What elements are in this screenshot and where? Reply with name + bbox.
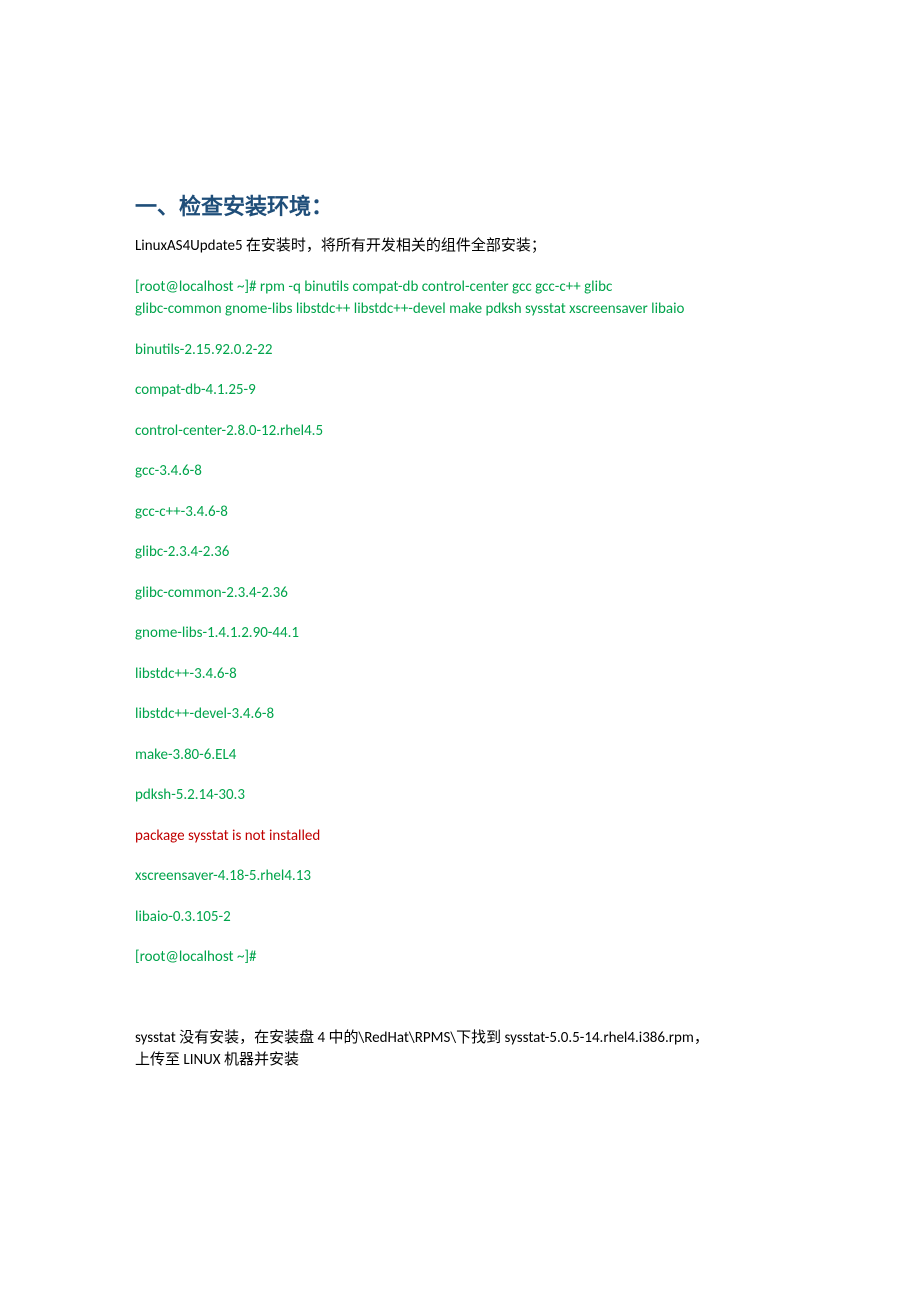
pkg-make: make-3.80-6.EL4 <box>135 744 790 767</box>
pkg-libstdcpp-devel: libstdc++-devel-3.4.6-8 <box>135 703 790 726</box>
document-page: 一、检查安装环境： LinuxAS4Update5 在安装时，将所有开发相关的组… <box>0 0 920 1302</box>
rpm-command-line-1: [root@localhost ~]# rpm -q binutils comp… <box>135 278 612 296</box>
shell-prompt: [root@localhost ~]# <box>135 946 790 969</box>
pkg-pdksh: pdksh-5.2.14-30.3 <box>135 784 790 807</box>
pkg-glibc: glibc-2.3.4-2.36 <box>135 541 790 564</box>
pkg-compat-db: compat-db-4.1.25-9 <box>135 379 790 402</box>
pkg-libstdcpp: libstdc++-3.4.6-8 <box>135 663 790 686</box>
pkg-gcc: gcc-3.4.6-8 <box>135 460 790 483</box>
pkg-glibc-common: glibc-common-2.3.4-2.36 <box>135 582 790 605</box>
pkg-sysstat-missing: package sysstat is not installed <box>135 825 790 848</box>
note-line-2: 上传至 LINUX 机器并安装 <box>135 1051 299 1069</box>
pkg-binutils: binutils-2.15.92.0.2-22 <box>135 339 790 362</box>
note-line-1: sysstat 没有安装，在安装盘 4 中的\RedHat\RPMS\下找到 s… <box>135 1029 709 1047</box>
pkg-libaio: libaio-0.3.105-2 <box>135 906 790 929</box>
rpm-command-line-2: glibc-common gnome-libs libstdc++ libstd… <box>135 300 684 318</box>
rpm-command-block: [root@localhost ~]# rpm -q binutils comp… <box>135 276 790 321</box>
pkg-gcc-cpp: gcc-c++-3.4.6-8 <box>135 501 790 524</box>
pkg-control-center: control-center-2.8.0-12.rhel4.5 <box>135 420 790 443</box>
vertical-spacer <box>135 987 790 1027</box>
pkg-gnome-libs: gnome-libs-1.4.1.2.90-44.1 <box>135 622 790 645</box>
sysstat-note: sysstat 没有安装，在安装盘 4 中的\RedHat\RPMS\下找到 s… <box>135 1027 790 1072</box>
section-heading: 一、检查安装环境： <box>135 190 790 223</box>
intro-text: LinuxAS4Update5 在安装时，将所有开发相关的组件全部安装； <box>135 235 790 258</box>
pkg-xscreensaver: xscreensaver-4.18-5.rhel4.13 <box>135 865 790 888</box>
